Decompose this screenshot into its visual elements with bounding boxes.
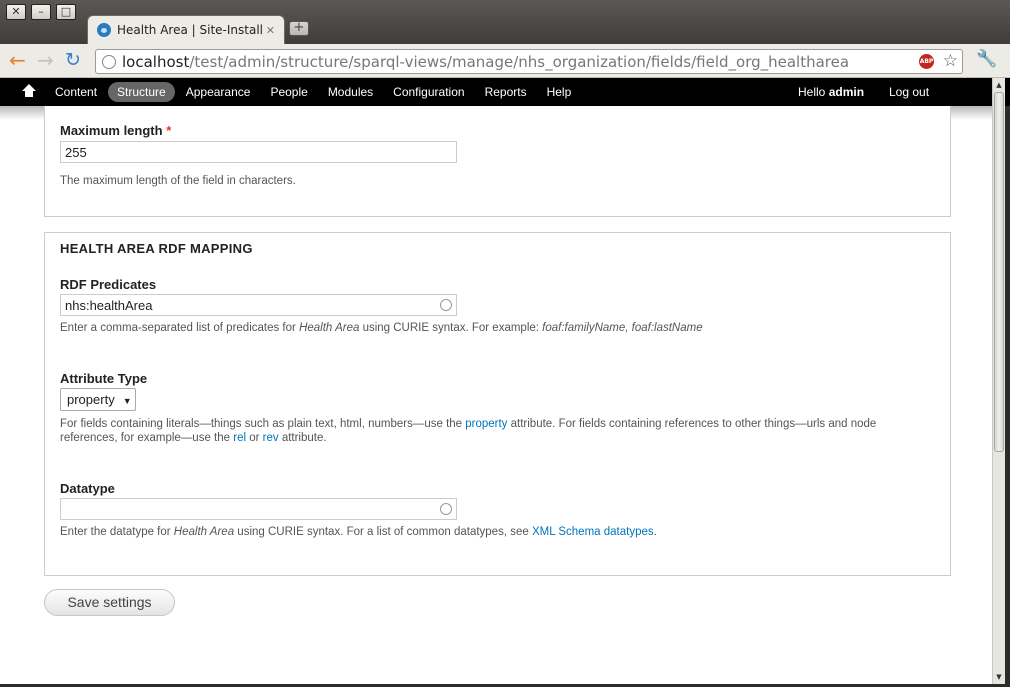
- admin-menu-item-modules[interactable]: Modules: [319, 82, 382, 102]
- desc-text: or: [246, 432, 263, 444]
- desc-text: .: [653, 526, 657, 538]
- window-minimize-button[interactable]: –: [31, 4, 51, 20]
- url-path: /test/admin/structure/sparql-views/manag…: [189, 52, 850, 71]
- rdf-predicates-description: Enter a comma-separated list of predicat…: [60, 321, 703, 335]
- desc-text: attribute. For fields containing referen…: [507, 418, 877, 430]
- wrench-menu-icon[interactable]: 🔧: [976, 49, 997, 69]
- autocomplete-throbber-icon: [440, 299, 452, 311]
- globe-icon: [102, 54, 116, 69]
- page-scrollbar[interactable]: ▲ ▼: [992, 78, 1005, 684]
- scroll-down-arrow-icon[interactable]: ▼: [993, 671, 1005, 683]
- admin-menu-item-structure[interactable]: Structure: [108, 82, 175, 102]
- admin-menu-item-help[interactable]: Help: [538, 82, 581, 102]
- max-length-label: Maximum length *: [60, 123, 171, 138]
- reload-icon[interactable]: ↻: [65, 50, 81, 70]
- admin-toolbar: Content Structure Appearance People Modules C…: [0, 78, 1010, 106]
- rdf-mapping-legend: HEALTH AREA RDF MAPPING: [60, 241, 253, 256]
- rel-link[interactable]: rel: [233, 432, 246, 444]
- attribute-type-description: For fields containing literals—things su…: [60, 417, 940, 445]
- rdf-predicates-input[interactable]: nhs:healthArea: [60, 294, 457, 316]
- rev-link[interactable]: rev: [263, 432, 279, 444]
- page-content: Maximum length * 255 The maximum length …: [0, 106, 992, 684]
- user-greeting: Hello admin: [798, 85, 864, 99]
- tab-title: Health Area | Site-Install: [117, 23, 263, 37]
- forward-arrow-icon[interactable]: →: [37, 50, 54, 70]
- tab-close-icon[interactable]: ✕: [266, 24, 275, 37]
- autocomplete-throbber-icon: [440, 503, 452, 515]
- max-length-label-text: Maximum length: [60, 123, 163, 138]
- admin-menu-item-people[interactable]: People: [261, 82, 316, 102]
- xml-schema-datatypes-link[interactable]: XML Schema datatypes: [532, 526, 654, 538]
- address-bar[interactable]: localhost/test/admin/structure/sparql-vi…: [95, 49, 963, 74]
- url-host: localhost: [122, 52, 190, 71]
- desc-text: using CURIE syntax. For a list of common…: [234, 526, 532, 538]
- hello-text: Hello: [798, 85, 826, 99]
- rdf-predicates-label: RDF Predicates: [60, 277, 157, 292]
- desc-text: references, for example—use the: [60, 432, 234, 444]
- desc-text: Enter the datatype for: [60, 526, 174, 538]
- admin-menu-item-configuration[interactable]: Configuration: [384, 82, 473, 102]
- desc-field-name: Health Area: [173, 526, 235, 538]
- back-arrow-icon[interactable]: ←: [9, 50, 26, 70]
- username[interactable]: admin: [829, 85, 864, 99]
- home-icon[interactable]: [22, 84, 36, 98]
- admin-menu-item-reports[interactable]: Reports: [476, 82, 536, 102]
- desc-text: Enter a comma-separated list of predicat…: [60, 322, 300, 334]
- window-close-button[interactable]: ✕: [6, 4, 26, 20]
- admin-menu-item-appearance[interactable]: Appearance: [177, 82, 260, 102]
- property-link[interactable]: property: [465, 418, 507, 430]
- desc-example: foaf:familyName, foaf:lastName: [542, 322, 703, 334]
- scrollbar-thumb[interactable]: [994, 92, 1004, 452]
- datatype-label: Datatype: [60, 481, 115, 496]
- admin-menu: Content Structure Appearance People Modules C…: [46, 82, 582, 102]
- window-titlebar: ✕ – □ Health Area | Site-Install ✕ +: [0, 0, 1010, 44]
- desc-field-name: Health Area: [299, 322, 360, 334]
- attribute-type-selected: property: [67, 392, 115, 407]
- max-length-description: The maximum length of the field in chara…: [60, 175, 296, 187]
- url-text[interactable]: localhost/test/admin/structure/sparql-vi…: [122, 53, 849, 71]
- desc-text: using CURIE syntax. For example:: [359, 322, 543, 334]
- browser-toolbar: ← → ↻ localhost/test/admin/structure/spa…: [0, 44, 1010, 78]
- adblock-icon[interactable]: ABP: [919, 54, 934, 69]
- rdf-mapping-fieldset: HEALTH AREA RDF MAPPING RDF Predicates n…: [44, 232, 951, 576]
- attribute-type-label: Attribute Type: [60, 371, 148, 386]
- attribute-type-select[interactable]: property ▼: [60, 388, 136, 411]
- drupal-favicon-icon: [97, 23, 111, 37]
- scroll-up-arrow-icon[interactable]: ▲: [993, 79, 1005, 91]
- desc-text: attribute.: [278, 432, 327, 444]
- new-tab-button[interactable]: +: [289, 21, 309, 36]
- datatype-input[interactable]: [60, 498, 457, 520]
- desc-text: For fields containing literals—things su…: [60, 418, 466, 430]
- datatype-description: Enter the datatype for Health Area using…: [60, 525, 657, 539]
- logout-link[interactable]: Log out: [889, 85, 929, 99]
- rdf-predicates-value: nhs:healthArea: [65, 298, 153, 313]
- browser-tab[interactable]: Health Area | Site-Install ✕: [87, 15, 285, 44]
- bookmark-star-icon[interactable]: ☆: [943, 51, 958, 71]
- window-maximize-button[interactable]: □: [56, 4, 76, 20]
- dropdown-arrow-icon: ▼: [122, 396, 132, 406]
- admin-menu-item-content[interactable]: Content: [46, 82, 106, 102]
- max-length-input[interactable]: 255: [60, 141, 457, 163]
- save-settings-button[interactable]: Save settings: [44, 589, 175, 616]
- required-marker: *: [166, 123, 172, 138]
- field-settings-fieldset: Maximum length * 255 The maximum length …: [44, 106, 951, 217]
- window-controls: ✕ – □: [6, 4, 76, 20]
